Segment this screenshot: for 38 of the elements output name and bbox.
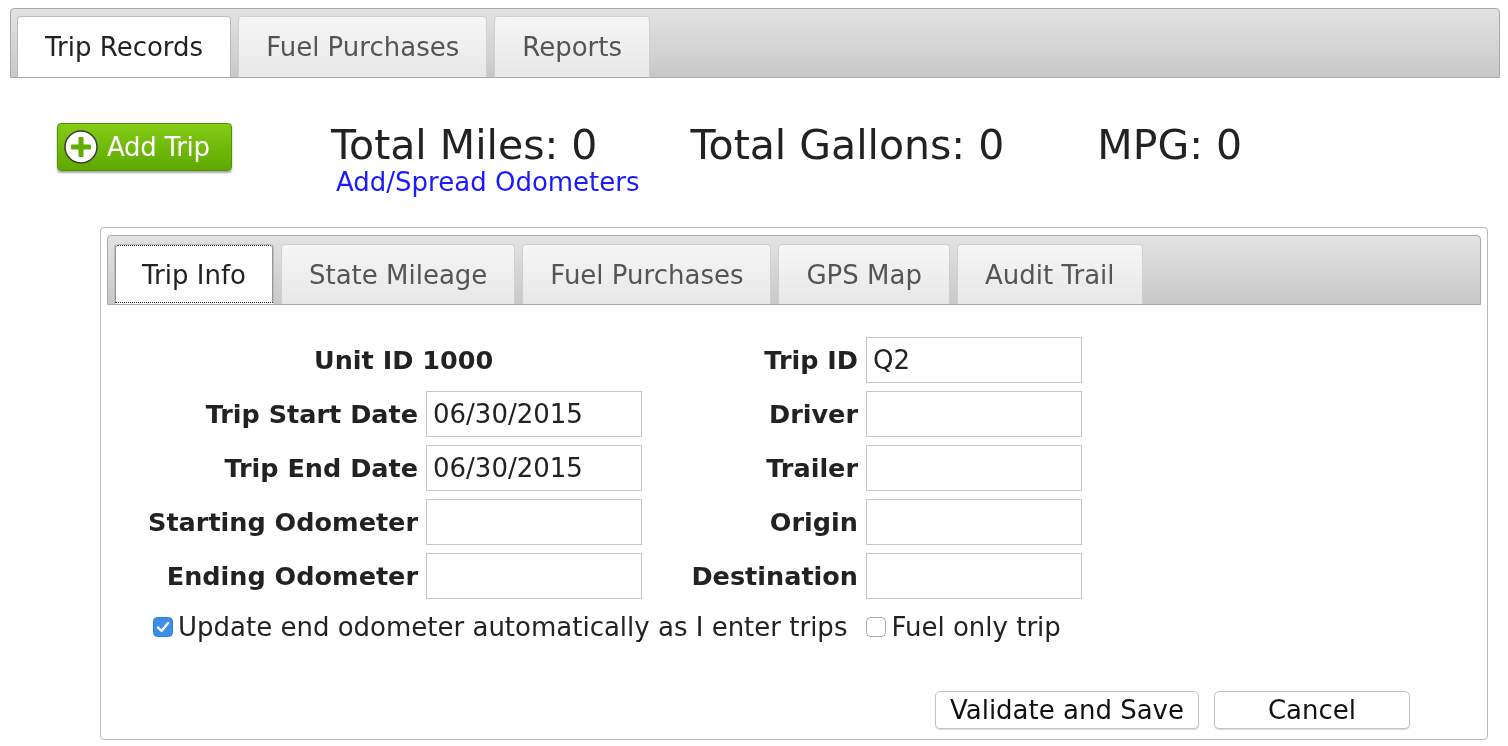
checkbox[interactable]	[866, 617, 887, 637]
unit-id-label: Unit ID 1000	[314, 345, 494, 375]
text-field[interactable]	[426, 553, 642, 599]
tab[interactable]: Trip Info	[114, 244, 274, 304]
text-field[interactable]: 06/30/2015	[426, 391, 642, 437]
cancel-button[interactable]: Cancel	[1214, 691, 1410, 729]
text-field[interactable]	[866, 445, 1082, 491]
tab[interactable]: Reports	[494, 16, 650, 77]
field-label: Ending Odometer	[165, 561, 418, 591]
field-label: Destination	[690, 561, 858, 591]
tab[interactable]: Fuel Purchases	[522, 244, 772, 304]
total-stat: MPG: 0	[1097, 122, 1243, 168]
field-label: Origin	[768, 507, 858, 537]
checkbox-label: Fuel only trip	[891, 612, 1061, 642]
field-label: Trailer	[765, 453, 858, 483]
tab[interactable]: State Mileage	[280, 244, 516, 304]
text-field[interactable]	[866, 499, 1082, 545]
text-field[interactable]	[866, 553, 1082, 599]
field-label: Driver	[768, 399, 858, 429]
spread-odometers-link[interactable]: Add/Spread Odometers	[336, 168, 640, 196]
field-label: Trip Start Date	[204, 399, 418, 429]
tab[interactable]: Trip Records	[17, 16, 232, 77]
plus-circle-icon	[64, 130, 98, 164]
save-button[interactable]: Validate and Save	[934, 691, 1199, 729]
field-label: Trip ID	[763, 345, 858, 375]
tab[interactable]: GPS Map	[778, 244, 950, 304]
checkbox[interactable]	[153, 617, 173, 637]
checkbox-label: Update end odometer automatically as I enter trips	[178, 612, 848, 642]
tab[interactable]: Fuel Purchases	[238, 16, 488, 77]
text-field[interactable]	[426, 499, 642, 545]
total-stat: Total Gallons: 0	[690, 122, 1005, 168]
total-stat: Total Miles: 0	[331, 122, 598, 168]
field-label: Trip End Date	[223, 453, 418, 483]
text-field[interactable]: 06/30/2015	[426, 445, 642, 491]
text-field[interactable]: Q2	[866, 337, 1082, 383]
tab[interactable]: Audit Trail	[956, 244, 1143, 304]
text-field[interactable]	[866, 391, 1082, 437]
field-label: Starting Odometer	[147, 507, 418, 537]
